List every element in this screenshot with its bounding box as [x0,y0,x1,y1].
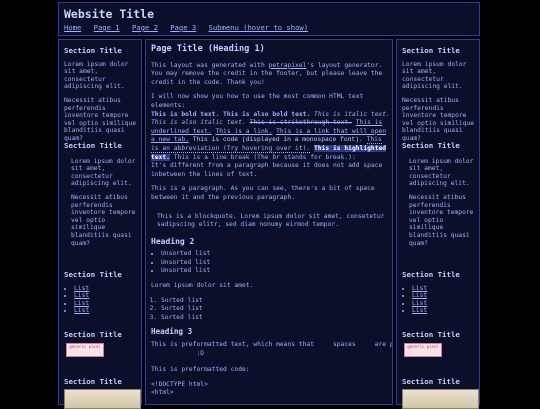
thumbnail-image [64,388,141,409]
nav-page-3[interactable]: Page 3 [170,23,196,32]
main-content: Page Title (Heading 1) This layout was g… [145,39,393,405]
list-link[interactable]: List [412,285,427,292]
thumbnail-image [402,388,479,409]
button-badge[interactable]: generic pixel [66,342,139,357]
preformatted-code: <!DOCTYPE html> <html> [151,380,208,397]
unsorted-list: Unsorted list Unsorted list Unsorted lis… [151,250,391,276]
right-section-2: Section Title Lorem ipsum dolor sit amet… [402,142,477,247]
left-section-4: Section Title generic pixel [64,331,139,357]
section-title: Section Title [402,141,460,150]
section-title: Section Title [64,377,122,386]
left-sidebar: Section Title Lorem ipsum dolor sit amet… [58,39,142,409]
sorted-list: Sorted list Sorted list Sorted list [151,297,391,323]
list-item: List [412,285,477,293]
paragraph: Lorem ipsum dolor sit amet. [151,282,254,290]
site-header: Website Title Home Page 1 Page 2 Page 3 … [58,2,480,36]
site-title: Website Title [64,7,155,21]
left-section-3: Section Title List List List List [64,271,139,315]
italic-text: This is also italic text. [151,119,246,127]
button-badge[interactable]: generic pixel [404,342,477,357]
section-title: Section Title [64,270,122,279]
demo-paragraph: I will now show you how to use the most … [151,93,391,179]
section-title: Section Title [64,141,122,150]
list-item: Sorted list [161,305,391,314]
section-text: Necessit atibus perferendis inventore te… [71,193,136,247]
nav-home[interactable]: Home [64,23,81,32]
section-text: Lorem ipsum dolor sit amet, consectetur … [409,157,474,188]
right-section-3: Section Title List List List List [402,271,477,315]
demo-link[interactable]: This is a link. [215,128,272,135]
right-section-5: Section Title [402,377,479,409]
list-link[interactable]: List [74,307,89,314]
left-section-5: Section Title [64,377,141,409]
section-text: Necessit atibus perferendis inventore te… [402,96,475,142]
right-sidebar: Section Title Lorem ipsum dolor sit amet… [396,39,480,409]
left-section-2: Section Title Lorem ipsum dolor sit amet… [64,142,139,247]
section-title: Section Title [402,377,460,386]
list-item: List [74,285,139,293]
section-list: List List List List [402,285,477,315]
list-link[interactable]: List [412,292,427,299]
section-title: Section Title [64,330,122,339]
section-text: Necessit atibus perferendis inventore te… [64,96,137,142]
list-item: List [412,307,477,315]
pixel-badge-image: generic pixel [66,342,104,357]
section-text: Lorem ipsum dolor sit amet, consectetur … [402,60,467,91]
preformatted-text: This is preformatted text, which means t… [151,341,392,357]
left-section-1: Section Title Lorem ipsum dolor sit amet… [64,47,139,143]
list-link[interactable]: List [74,300,89,307]
bold-text: This is bold text. [151,110,220,118]
code-text: This is code (displayed in a monospace f… [192,136,363,144]
list-link[interactable]: List [74,292,89,299]
list-item: List [74,307,139,315]
list-link[interactable]: List [412,300,427,307]
list-item: Unsorted list [161,267,391,276]
strikethrough-text: This is strikethrough text. [249,119,352,127]
section-list: List List List List [64,285,139,315]
credit-link[interactable]: petrapixel [269,62,307,69]
list-link[interactable]: List [412,307,427,314]
section-text: Necessit atibus perferendis inventore te… [409,193,474,247]
section-title: Section Title [402,46,460,55]
demo-intro: I will now show you how to use the most … [151,93,364,109]
section-title: Section Title [64,46,122,55]
italic-text: This is italic text. [314,110,390,118]
list-item: Unsorted list [161,259,391,268]
heading-2: Heading 2 [151,236,195,246]
main-nav: Home Page 1 Page 2 Page 3 Submenu (hover… [64,23,316,32]
right-section-1: Section Title Lorem ipsum dolor sit amet… [402,47,477,143]
page-title: Page Title (Heading 1) [151,44,265,54]
intro-text: This layout was generated with [151,61,269,69]
line-break-text: It's different from a paragraph because … [151,162,383,178]
list-link[interactable]: List [74,285,89,292]
right-section-4: Section Title generic pixel [402,331,477,357]
paragraph: This is a paragraph. As you can see, the… [151,185,375,201]
nav-page-1[interactable]: Page 1 [94,23,120,32]
intro-paragraph: This layout was generated with petrapixe… [151,62,391,88]
pixel-badge-image: generic pixel [404,342,442,357]
list-item: List [412,300,477,308]
list-item: Sorted list [161,314,391,323]
nav-page-2[interactable]: Page 2 [132,23,158,32]
section-title: Section Title [402,330,460,339]
list-item: Sorted list [161,297,391,306]
blockquote: This is a blockquote. Lorem ipsum dolor … [157,212,385,229]
bold-text: This is also bold text. [223,110,311,118]
list-item: Unsorted list [161,250,391,259]
heading-3: Heading 3 [151,327,193,337]
section-text: Lorem ipsum dolor sit amet, consectetur … [64,60,129,91]
section-text: Lorem ipsum dolor sit amet, consectetur … [71,157,136,188]
list-item: List [74,292,139,300]
section-title: Section Title [402,270,460,279]
paragraph: This is preformatted code: [151,366,250,374]
line-break-text: This is a line break (The br stands for … [173,153,356,161]
nav-submenu[interactable]: Submenu (hover to show) [209,23,309,32]
list-item: List [412,292,477,300]
list-item: List [74,300,139,308]
